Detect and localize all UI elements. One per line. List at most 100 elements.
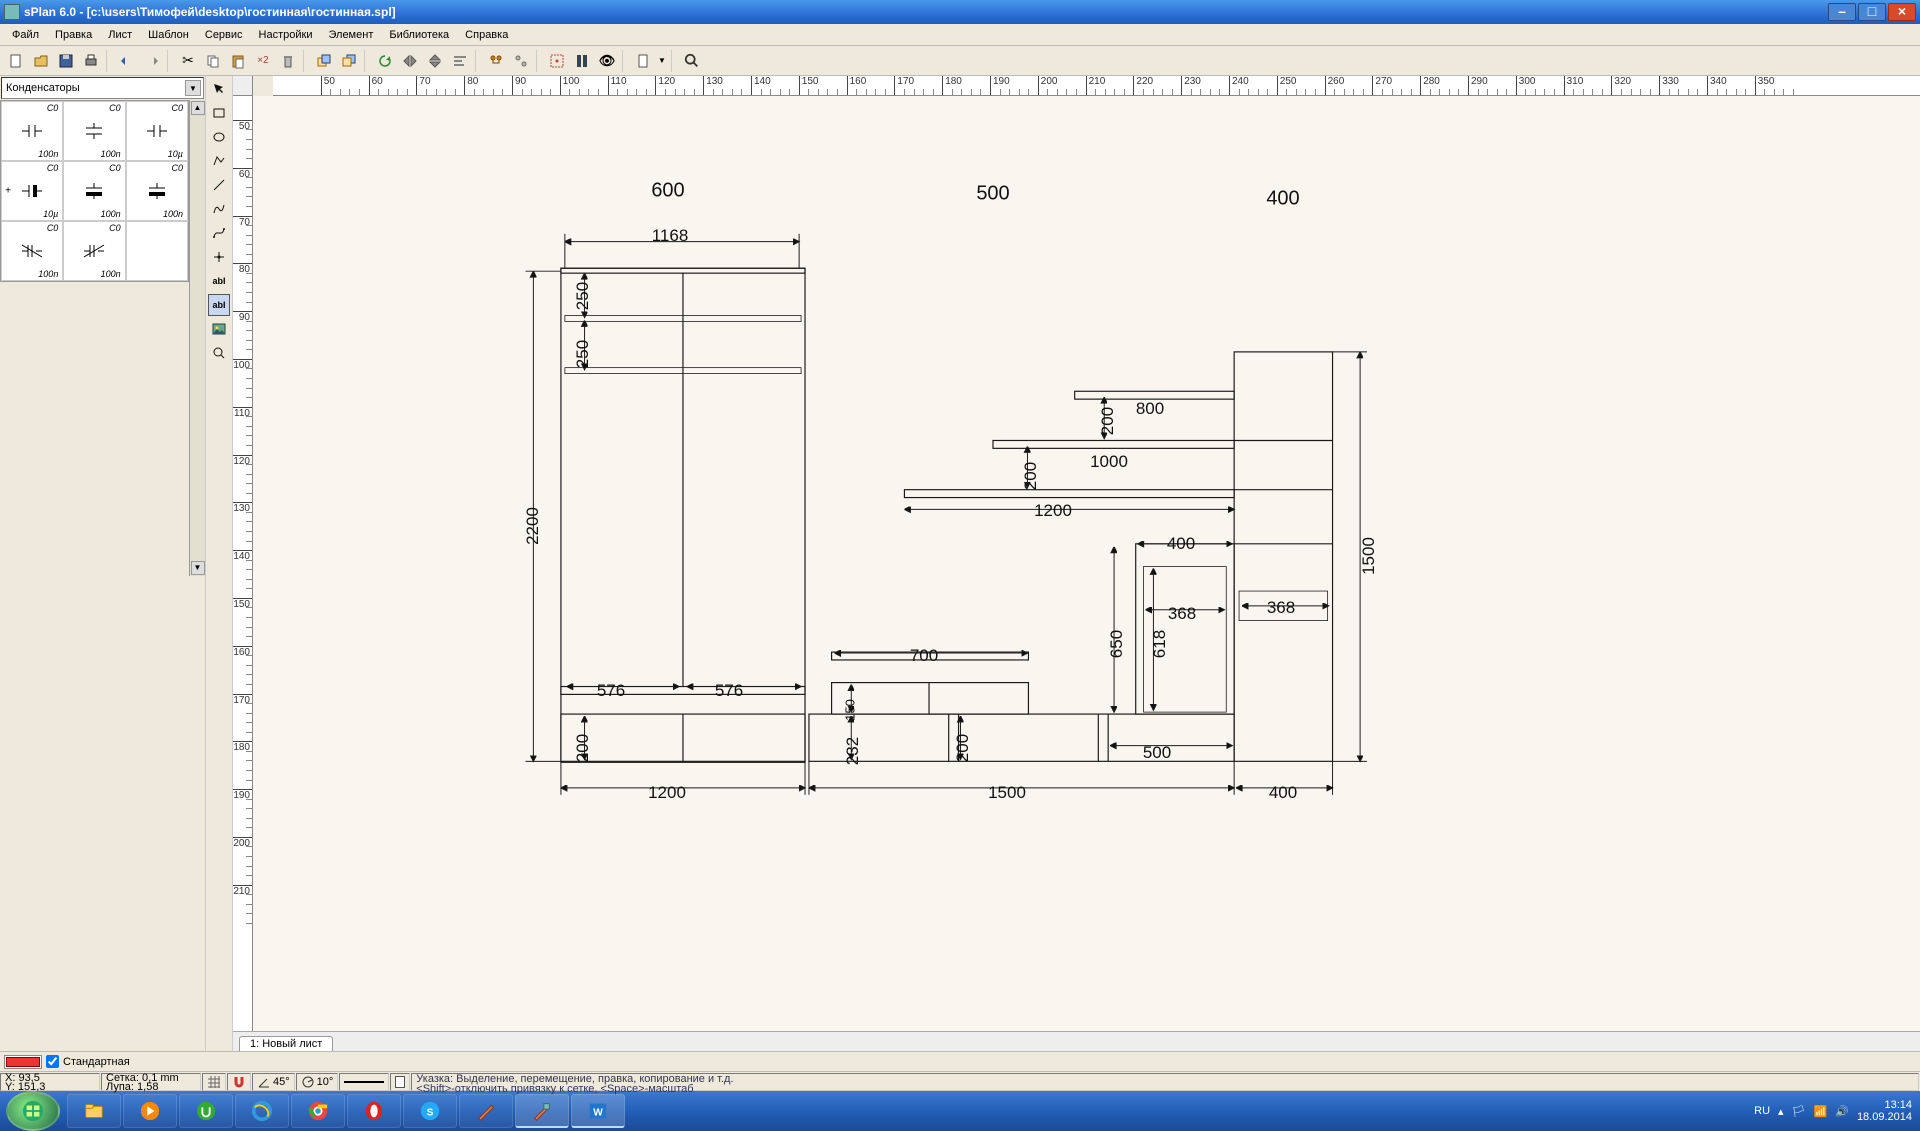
redo-button[interactable] [140,49,164,73]
library-item[interactable]: C0100n [63,221,125,281]
taskbar-chrome[interactable] [291,1094,345,1128]
close-button[interactable]: × [1888,3,1916,21]
zoom-button[interactable] [680,49,704,73]
poly-tool[interactable] [208,150,230,172]
titlebar: sPlan 6.0 - [c:\users\Тимофей\desktop\го… [0,0,1920,24]
page-dropdown[interactable]: ▼ [656,49,668,73]
minimize-button[interactable]: – [1828,3,1856,21]
library-item[interactable]: C0100n [63,101,125,161]
cut-button[interactable]: ✂ [176,49,200,73]
fill-preview[interactable] [390,1073,410,1091]
new-button[interactable] [4,49,28,73]
rect-tool[interactable] [208,102,230,124]
to-front-button[interactable] [312,49,336,73]
canvas-area: 5060708090100110120130140150160170180190… [233,76,1920,1051]
lang-indicator[interactable]: RU [1754,1105,1770,1117]
align-button[interactable] [448,49,472,73]
library-item[interactable]: C0100n [1,101,63,161]
copy-button[interactable] [201,49,225,73]
text-tool[interactable]: abI [208,270,230,292]
menu-settings[interactable]: Настройки [251,26,321,44]
library-item[interactable]: +C010µ [1,161,63,221]
taskbar-word[interactable]: W [571,1094,625,1128]
svg-text:S: S [427,1108,434,1119]
image-tool[interactable] [208,318,230,340]
bezier-tool[interactable] [208,222,230,244]
menu-service[interactable]: Сервис [197,26,251,44]
print-button[interactable] [79,49,103,73]
rotate-button[interactable] [373,49,397,73]
angle-45[interactable]: 45° [252,1073,295,1091]
clock[interactable]: 13:1418.09.2014 [1857,1099,1912,1123]
start-button[interactable] [6,1091,60,1131]
menu-element[interactable]: Элемент [320,26,381,44]
group-button[interactable] [484,49,508,73]
volume-icon[interactable]: 🔊 [1835,1105,1849,1118]
form-status-row: Стандартная [0,1051,1920,1071]
node-tool[interactable] [208,246,230,268]
angle-10[interactable]: 10° [296,1073,339,1091]
scroll-up-icon[interactable]: ▲ [191,101,205,115]
label-tool[interactable]: abI [208,294,230,316]
mirror-v-button[interactable] [423,49,447,73]
to-back-button[interactable] [337,49,361,73]
undo-button[interactable] [115,49,139,73]
maximize-button[interactable]: □ [1858,3,1886,21]
menubar: Файл Правка Лист Шаблон Сервис Настройки… [0,24,1920,46]
toolbar: ✂ ×2 👁 ▼ [0,46,1920,76]
taskbar-opera[interactable] [347,1094,401,1128]
app-icon [4,4,20,20]
taskbar-media[interactable] [123,1094,177,1128]
menu-library[interactable]: Библиотека [381,26,457,44]
menu-file[interactable]: Файл [4,26,47,44]
taskbar-ie[interactable] [235,1094,289,1128]
taskbar-explorer[interactable] [67,1094,121,1128]
ungroup-button[interactable] [509,49,533,73]
library-item[interactable]: C010µ [126,101,188,161]
menu-help[interactable]: Справка [457,26,516,44]
snap-button[interactable] [545,49,569,73]
pointer-tool[interactable] [208,78,230,100]
taskbar-splan[interactable] [515,1094,569,1128]
scroll-down-icon[interactable]: ▼ [191,561,205,575]
system-tray: RU ▴ 🏳 📶 🔊 13:1418.09.2014 [1754,1099,1920,1123]
library-item[interactable]: C0100n [63,161,125,221]
menu-sheet[interactable]: Лист [100,26,140,44]
magnet-toggle[interactable] [227,1073,251,1091]
search-button[interactable]: 👁 [595,49,619,73]
form-standard-checkbox[interactable] [46,1055,59,1068]
canvas[interactable]: 6005004001168250250220057657620012008002… [253,96,1920,1031]
library-category-select[interactable]: Конденсаторы ▼ [1,77,204,99]
network-icon[interactable]: 📶 [1814,1105,1828,1118]
taskbar-utorrent[interactable] [179,1094,233,1128]
open-button[interactable] [29,49,53,73]
sheet-tab[interactable]: 1: Новый лист [239,1036,333,1051]
library-item[interactable] [126,221,188,281]
line-style-preview[interactable] [339,1073,389,1091]
line-tool[interactable] [208,174,230,196]
duplicate-button[interactable]: ×2 [251,49,275,73]
taskbar-skype[interactable]: S [403,1094,457,1128]
zoom-tool[interactable] [208,342,230,364]
library-item[interactable]: C0100n [1,221,63,281]
paste-button[interactable] [226,49,250,73]
library-scrollbar[interactable]: ▲ ▼ [189,100,205,576]
menu-template[interactable]: Шаблон [140,26,197,44]
tray-up-icon[interactable]: ▴ [1778,1105,1784,1118]
curve-tool[interactable] [208,198,230,220]
circle-tool[interactable] [208,126,230,148]
grid-toggle[interactable] [202,1073,226,1091]
taskbar-app1[interactable] [459,1094,513,1128]
library-item[interactable]: C0100n [126,161,188,221]
vertical-ruler: 5060708090100110120130140150160170180190… [233,96,253,1031]
layers-button[interactable] [570,49,594,73]
hint-text: Указка: Выделение, перемещение, правка, … [411,1073,1919,1091]
dropdown-arrow-icon[interactable]: ▼ [185,80,201,96]
flag-icon[interactable]: 🏳 [1792,1105,1806,1118]
mirror-h-button[interactable] [398,49,422,73]
svg-text:W: W [593,1107,603,1118]
menu-edit[interactable]: Правка [47,26,100,44]
save-button[interactable] [54,49,78,73]
page-button[interactable] [631,49,655,73]
delete-button[interactable] [276,49,300,73]
